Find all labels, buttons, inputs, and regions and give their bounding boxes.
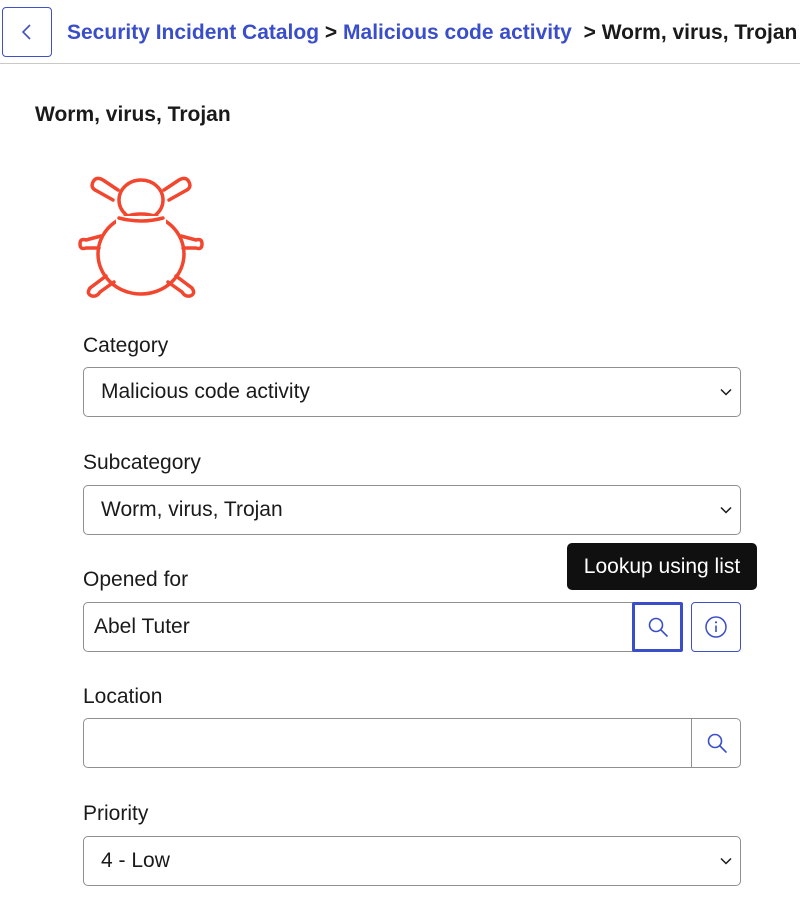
breadcrumb-separator: > — [583, 21, 596, 44]
chevron-down-icon — [720, 857, 732, 865]
chevron-down-icon — [720, 388, 732, 396]
category-label: Category — [83, 334, 169, 357]
breadcrumb-separator: > — [324, 21, 338, 44]
location-label: Location — [83, 685, 163, 708]
breadcrumb-malicious-code-activity[interactable]: Malicious code activity — [343, 21, 572, 44]
chevron-left-icon — [21, 24, 31, 40]
subcategory-value: Worm, virus, Trojan — [101, 498, 283, 521]
priority-select[interactable]: 4 - Low — [83, 836, 741, 886]
opened-for-field[interactable]: Abel Tuter — [83, 601, 683, 652]
back-button[interactable] — [2, 7, 52, 57]
category-select[interactable]: Malicious code activity — [83, 367, 741, 417]
opened-for-value: Abel Tuter — [94, 615, 190, 638]
bug-icon — [78, 176, 204, 298]
priority-label: Priority — [83, 802, 149, 825]
opened-for-lookup-button[interactable] — [632, 601, 683, 652]
search-icon — [648, 617, 668, 637]
subcategory-select[interactable]: Worm, virus, Trojan — [83, 485, 741, 535]
location-lookup-button[interactable] — [691, 717, 741, 768]
breadcrumb: Security Incident Catalog > Malicious co… — [67, 19, 797, 47]
priority-value: 4 - Low — [101, 849, 170, 872]
info-icon — [705, 616, 727, 638]
header-bar: Security Incident Catalog > Malicious co… — [0, 0, 800, 64]
location-field[interactable] — [83, 717, 741, 768]
breadcrumb-security-incident-catalog[interactable]: Security Incident Catalog — [67, 21, 319, 44]
lookup-tooltip: Lookup using list — [567, 543, 757, 590]
search-icon — [707, 733, 727, 753]
chevron-down-icon — [720, 506, 732, 514]
breadcrumb-current: Worm, virus, Trojan — [601, 21, 798, 44]
opened-for-info-button[interactable] — [691, 602, 741, 652]
page-title: Worm, virus, Trojan — [35, 103, 231, 126]
category-value: Malicious code activity — [101, 380, 310, 403]
subcategory-label: Subcategory — [83, 451, 201, 474]
opened-for-label: Opened for — [83, 568, 189, 591]
